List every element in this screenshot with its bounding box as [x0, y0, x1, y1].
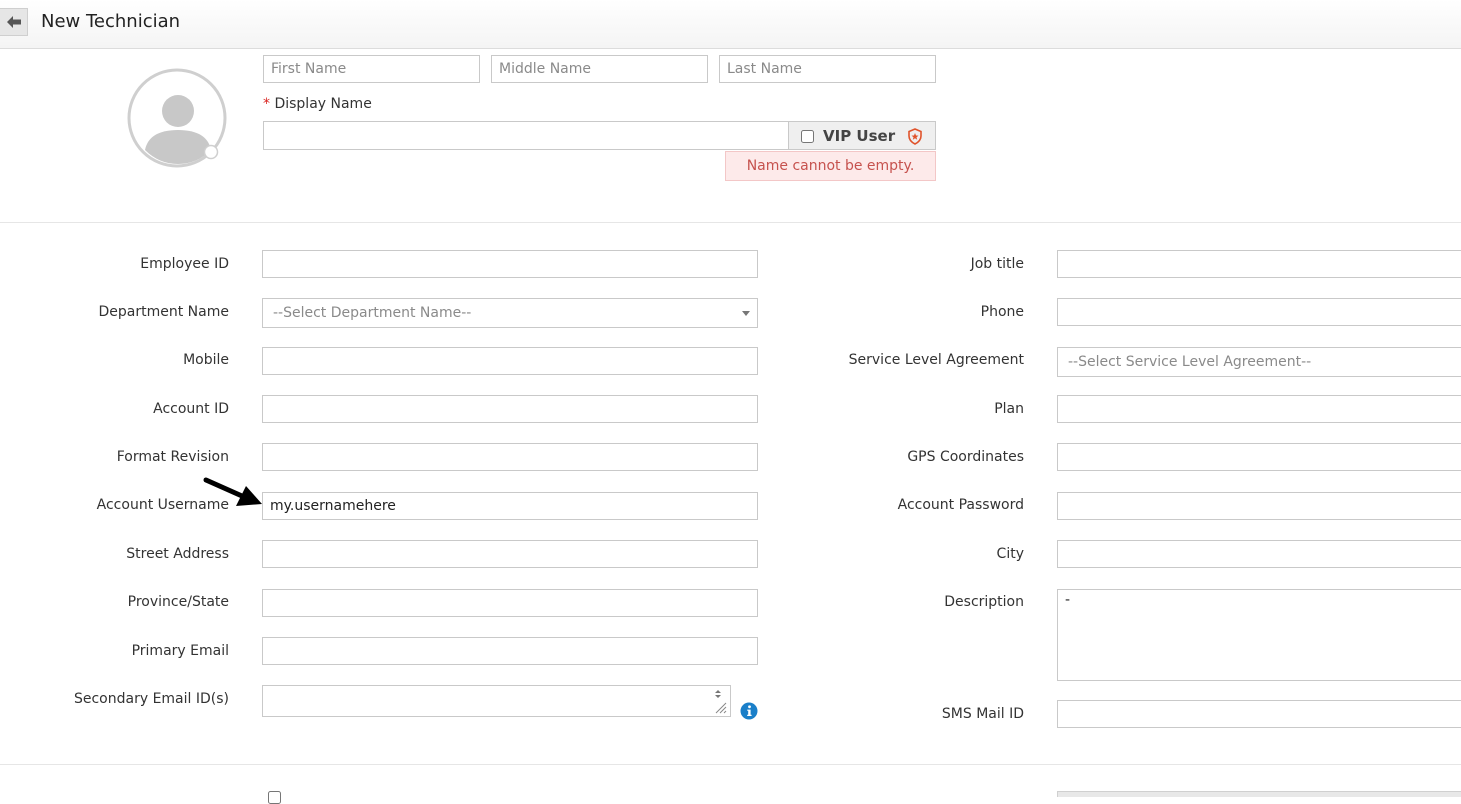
display-name-label: * Display Name: [263, 96, 372, 112]
last-name-input[interactable]: [719, 55, 936, 83]
street-address-input[interactable]: [262, 540, 758, 568]
account-id-label: Account ID: [153, 401, 229, 417]
sla-placeholder: --Select Service Level Agreement--: [1068, 354, 1312, 370]
resize-grip-icon[interactable]: [708, 687, 728, 715]
department-name-label: Department Name: [98, 304, 229, 320]
page-header: New Technician: [0, 0, 1461, 49]
user-avatar-icon: [127, 68, 227, 168]
first-name-input[interactable]: [263, 55, 480, 83]
secondary-email-textarea[interactable]: [262, 685, 731, 717]
phone-input[interactable]: [1057, 298, 1461, 326]
display-name-input[interactable]: [263, 121, 789, 150]
section-divider-bottom: [0, 764, 1461, 765]
gps-coordinates-input[interactable]: [1057, 443, 1461, 471]
vip-user-label: VIP User: [823, 127, 896, 145]
sla-select[interactable]: --Select Service Level Agreement--: [1057, 347, 1461, 377]
bottom-option-checkbox[interactable]: [268, 791, 281, 804]
sms-mail-id-input[interactable]: [1057, 700, 1461, 728]
display-name-error: Name cannot be empty.: [725, 151, 936, 181]
mobile-input[interactable]: [262, 347, 758, 375]
phone-label: Phone: [980, 304, 1024, 320]
employee-id-input[interactable]: [262, 250, 758, 278]
province-state-label: Province/State: [127, 594, 229, 610]
department-name-select[interactable]: --Select Department Name--: [262, 298, 758, 328]
vip-user-toggle[interactable]: VIP User: [788, 121, 936, 150]
street-address-label: Street Address: [126, 546, 229, 562]
description-textarea[interactable]: -: [1057, 589, 1461, 681]
middle-name-input[interactable]: [491, 55, 708, 83]
secondary-email-label: Secondary Email ID(s): [73, 691, 229, 707]
back-button[interactable]: [0, 8, 28, 36]
mobile-label: Mobile: [183, 352, 229, 368]
city-input[interactable]: [1057, 540, 1461, 568]
account-password-label: Account Password: [897, 497, 1024, 513]
city-label: City: [996, 546, 1024, 562]
avatar[interactable]: [127, 68, 229, 170]
department-name-placeholder: --Select Department Name--: [273, 305, 472, 321]
province-state-input[interactable]: [262, 589, 758, 617]
job-title-label: Job title: [970, 256, 1024, 272]
account-username-label: Account Username: [96, 497, 229, 513]
job-title-input[interactable]: [1057, 250, 1461, 278]
employee-id-label: Employee ID: [140, 256, 229, 272]
format-revision-label: Format Revision: [116, 449, 229, 465]
plan-input[interactable]: [1057, 395, 1461, 423]
vip-shield-icon: [908, 128, 922, 145]
section-divider: [0, 222, 1461, 223]
account-id-input[interactable]: [262, 395, 758, 423]
gps-coordinates-label: GPS Coordinates: [907, 449, 1024, 465]
primary-email-label: Primary Email: [131, 643, 229, 659]
plan-label: Plan: [994, 401, 1024, 417]
account-username-input[interactable]: [262, 492, 758, 520]
info-icon[interactable]: [740, 702, 758, 720]
format-revision-input[interactable]: [262, 443, 758, 471]
sms-mail-id-label: SMS Mail ID: [941, 706, 1024, 722]
chevron-down-icon: [742, 311, 750, 316]
pointer-arrow-icon: [203, 477, 262, 506]
description-label: Description: [944, 594, 1024, 610]
display-name-label-text: Display Name: [274, 96, 372, 112]
page-title: New Technician: [41, 11, 181, 32]
required-mark: *: [263, 96, 270, 112]
primary-email-input[interactable]: [262, 637, 758, 665]
back-arrow-icon: [6, 16, 21, 28]
bottom-field-partial[interactable]: [1057, 791, 1461, 797]
account-password-input[interactable]: [1057, 492, 1461, 520]
sla-label: Service Level Agreement: [848, 352, 1024, 368]
vip-user-checkbox[interactable]: [801, 130, 814, 143]
